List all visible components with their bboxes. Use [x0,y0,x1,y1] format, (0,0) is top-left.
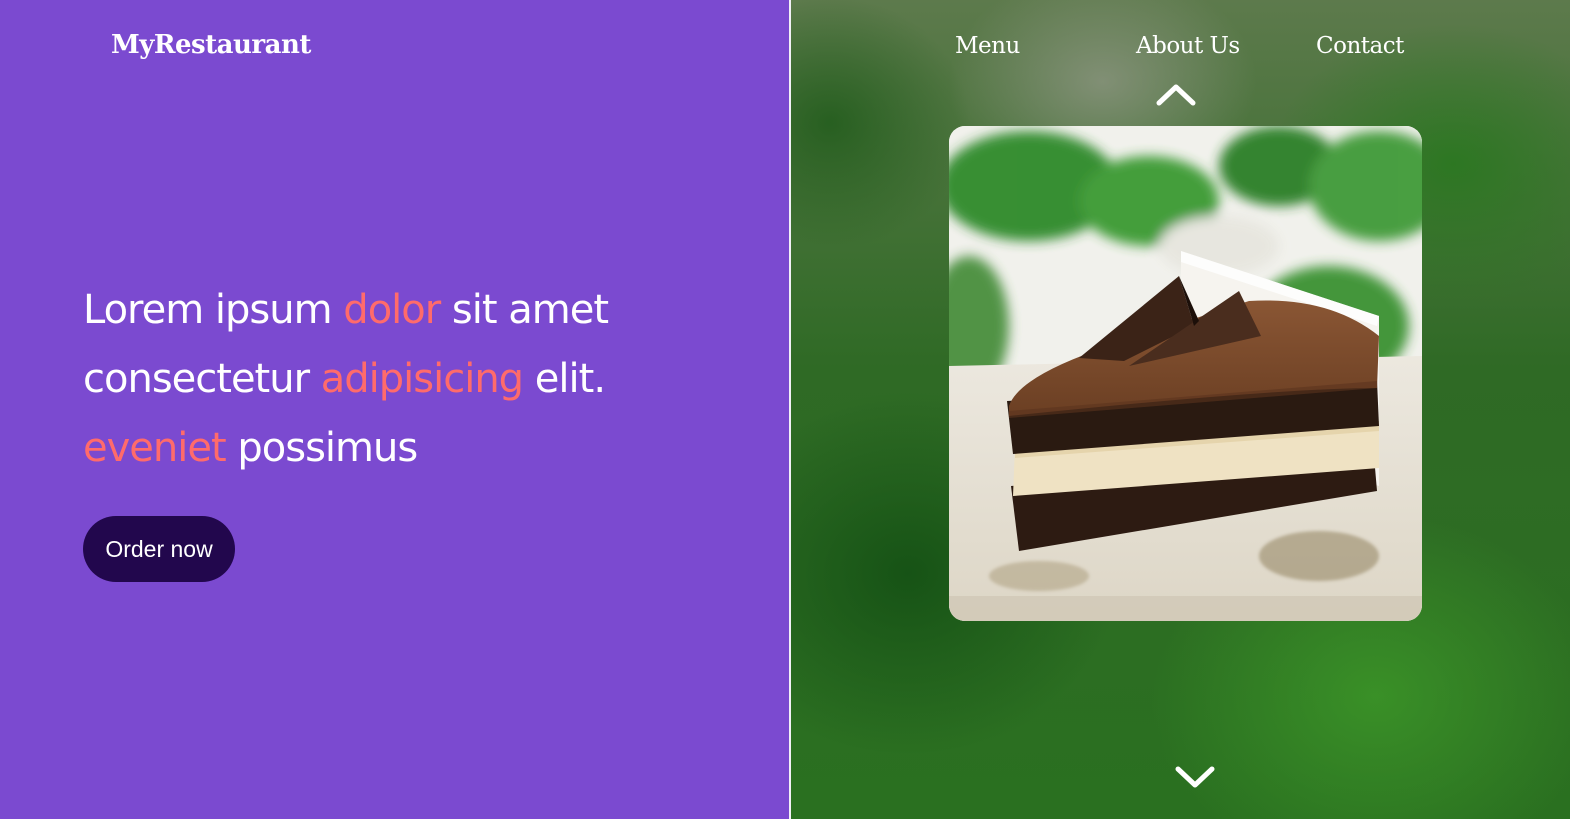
main-nav: Menu About Us Contact [791,30,1570,70]
brand-logo[interactable]: MyRestaurant [111,30,311,60]
hero-text-part: possimus [225,425,418,471]
cake-slice-image [949,126,1422,621]
page: MyRestaurant Lorem ipsum dolor sit amet … [0,0,1570,819]
chevron-down-icon[interactable] [1174,764,1216,790]
hero-accent-word: eveniet [83,425,227,471]
hero-accent-word: adipisicing [320,356,524,402]
hero-text-part: Lorem ipsum [83,287,344,333]
nav-link-menu[interactable]: Menu [955,33,1020,59]
dish-photo [949,126,1422,621]
nav-link-about-us[interactable]: About Us [1136,33,1240,59]
hero-panel: MyRestaurant Lorem ipsum dolor sit amet … [0,0,789,819]
chevron-up-icon[interactable] [1155,82,1197,106]
hero-accent-word: dolor [343,287,441,333]
order-now-button[interactable]: Order now [83,516,235,582]
hero-heading: Lorem ipsum dolor sit amet consectetur a… [83,276,723,483]
image-panel: Menu About Us Contact [791,0,1570,819]
nav-link-contact[interactable]: Contact [1316,33,1404,59]
hero-text-part: elit. [523,356,606,402]
